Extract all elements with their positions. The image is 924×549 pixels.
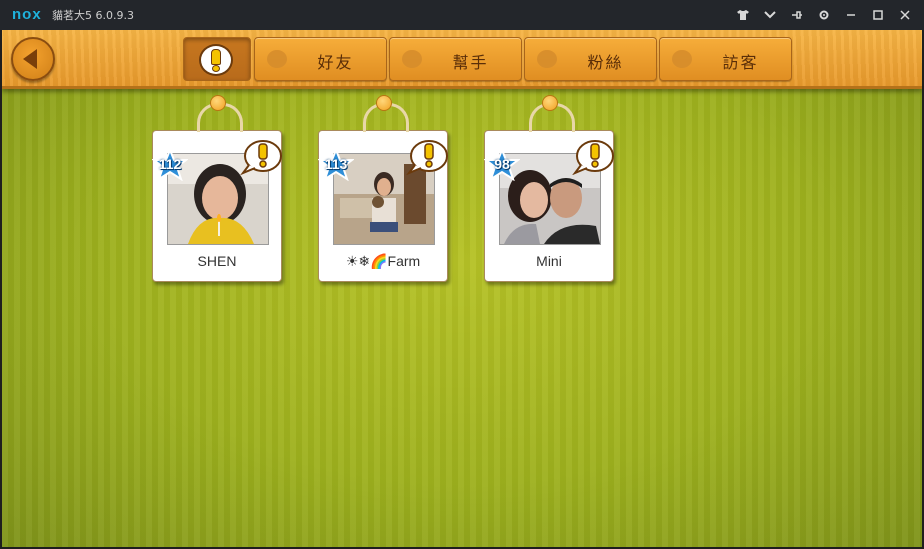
level-number: 112 <box>158 156 182 172</box>
pin-icon <box>376 95 392 111</box>
alert-bubble-icon <box>406 140 448 175</box>
chevron-down-icon[interactable] <box>756 0 783 30</box>
game-screen: 好友 幫手 粉絲 訪客 112 SHEN 113 ☀❄🌈Farm 98 Mini <box>2 30 922 547</box>
tab-alerts[interactable] <box>183 37 251 81</box>
exclamation-icon <box>199 44 233 76</box>
friend-name: Mini <box>536 253 562 269</box>
alert-bubble-icon <box>240 140 282 175</box>
window-title: 貓茗大5 6.0.9.3 <box>52 9 134 22</box>
pin-icon <box>210 95 226 111</box>
tab-helpers[interactable]: 幫手 <box>389 37 522 81</box>
pin-icon <box>542 95 558 111</box>
back-button[interactable] <box>11 37 55 81</box>
friend-card[interactable]: 98 Mini <box>483 95 614 282</box>
friend-name: ☀❄🌈Farm <box>345 253 421 269</box>
maximize-icon[interactable] <box>864 0 891 30</box>
minimize-icon[interactable] <box>837 0 864 30</box>
title-bar: nox 貓茗大5 6.0.9.3 <box>0 0 924 30</box>
tab-fans-label: 粉絲 <box>587 53 624 72</box>
pin-icon[interactable] <box>783 0 810 30</box>
tab-fans[interactable]: 粉絲 <box>524 37 657 81</box>
close-icon[interactable] <box>891 0 918 30</box>
tab-friends-label: 好友 <box>317 53 354 72</box>
back-arrow-icon <box>23 49 37 69</box>
friend-name: SHEN <box>197 253 237 269</box>
level-badge: 98 <box>483 147 521 182</box>
alert-bubble-icon <box>572 140 614 175</box>
gear-icon[interactable] <box>810 0 837 30</box>
level-number: 113 <box>324 156 348 172</box>
tab-helpers-label: 幫手 <box>452 53 489 72</box>
nox-logo: nox <box>12 6 42 23</box>
top-nav-bar: 好友 幫手 粉絲 訪客 <box>2 30 922 89</box>
friend-card[interactable]: 112 SHEN <box>151 95 282 282</box>
shirt-icon[interactable] <box>729 0 756 30</box>
friend-card[interactable]: 113 ☀❄🌈Farm <box>317 95 448 282</box>
tab-visitors-label: 訪客 <box>722 53 759 72</box>
level-badge: 113 <box>317 147 355 182</box>
level-number: 98 <box>494 156 510 172</box>
window-controls <box>729 0 918 30</box>
level-badge: 112 <box>151 147 189 182</box>
tab-visitors[interactable]: 訪客 <box>659 37 792 81</box>
tab-friends[interactable]: 好友 <box>254 37 387 81</box>
